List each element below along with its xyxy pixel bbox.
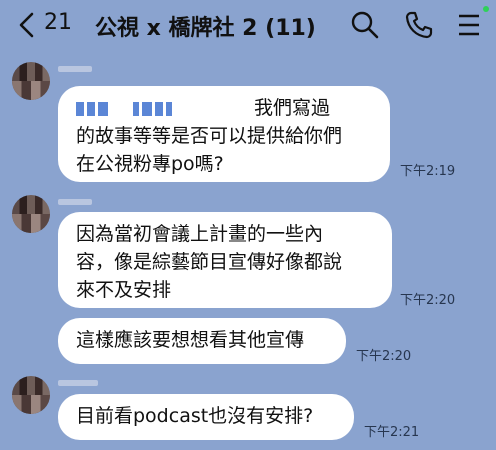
message-line: 的故事等等是否可以提供給你們: [76, 125, 343, 147]
message-bubble[interactable]: 目前看podcast也沒有安排?: [58, 394, 354, 440]
phone-icon[interactable]: [404, 10, 434, 40]
chat-header: 21 公視 x 橋牌社 2 (11): [0, 0, 496, 50]
message-line: 來不及安排: [76, 279, 172, 301]
sender-name-redacted: [58, 199, 92, 205]
message-timestamp: 下午2:20: [356, 349, 412, 364]
back-chevron-icon[interactable]: [16, 12, 38, 38]
message-line: 因為當初會議上計畫的一些內: [76, 223, 324, 245]
message-timestamp: 下午2:19: [400, 164, 456, 179]
message-line: 目前看podcast也沒有安排?: [76, 405, 314, 427]
sender-name-redacted: [58, 380, 98, 386]
message-timestamp: 下午2:20: [400, 293, 456, 308]
sender-avatar[interactable]: [12, 376, 50, 414]
online-status-dot: [483, 6, 489, 12]
unread-count[interactable]: 21: [44, 10, 72, 35]
message-line: 在公視粉專po嗎?: [76, 153, 224, 175]
message-timestamp: 下午2:21: [364, 425, 420, 440]
message-bubble[interactable]: 因為當初會議上計畫的一些內 容，像是綜藝節目宣傳好像都說 來不及安排: [58, 212, 392, 308]
search-icon[interactable]: [350, 10, 380, 40]
sender-name-redacted: [58, 66, 92, 72]
message-line: 我們寫過: [76, 94, 372, 122]
message-line: 這樣應該要想想看其他宣傳: [76, 329, 305, 351]
sender-avatar[interactable]: [12, 195, 50, 233]
message-line: 容，像是綜藝節目宣傳好像都說: [76, 251, 343, 273]
menu-icon[interactable]: [455, 10, 485, 40]
chat-title[interactable]: 公視 x 橋牌社 2 (11): [95, 10, 316, 42]
message-bubble[interactable]: 這樣應該要想想看其他宣傳: [58, 318, 346, 364]
message-bubble[interactable]: 我們寫過 的故事等等是否可以提供給你們 在公視粉專po嗎?: [58, 86, 390, 182]
sender-avatar[interactable]: [12, 62, 50, 100]
redacted-text: [76, 94, 254, 122]
